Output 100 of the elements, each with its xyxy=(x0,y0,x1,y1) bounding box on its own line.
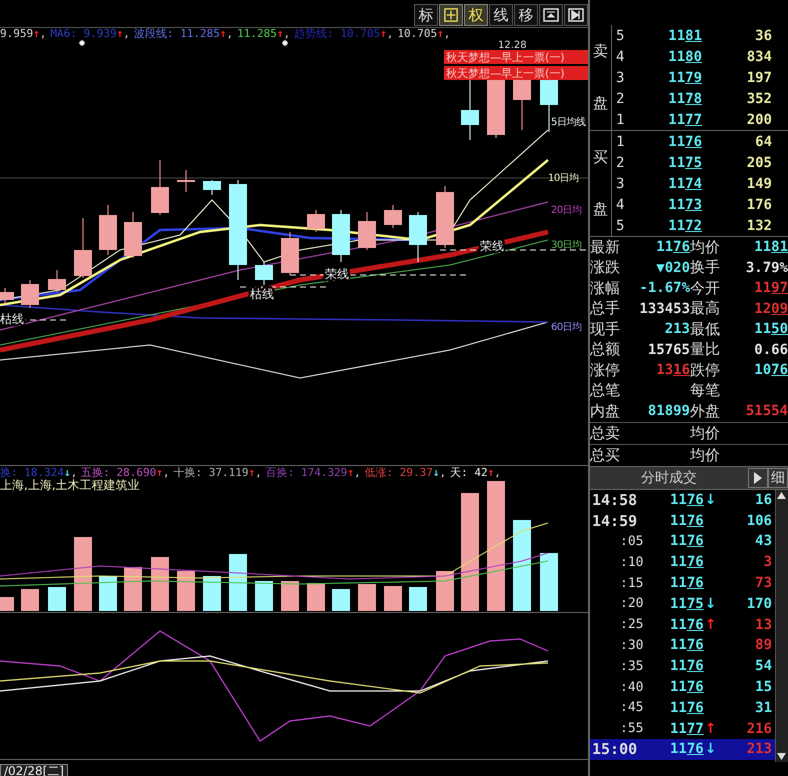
trade-volume: 106 xyxy=(746,512,772,529)
candlestick xyxy=(177,170,195,193)
separator-comma: , xyxy=(226,28,234,40)
indicator-value: 天: 42 xyxy=(450,466,488,480)
indicator-value: 9.959 xyxy=(0,28,34,40)
candlestick xyxy=(307,210,325,233)
volume-value: 200 xyxy=(746,112,772,128)
trade-price: 1175 xyxy=(670,596,704,612)
level-number: 1 xyxy=(615,112,626,128)
price-value: 1177 xyxy=(667,112,702,128)
stat-value: 0.66 xyxy=(753,342,788,358)
scroll-bar[interactable] xyxy=(775,490,788,762)
crosshair-icon xyxy=(444,8,458,22)
stat-label: 总笔 xyxy=(590,381,621,400)
trade-price: 1176 xyxy=(670,512,704,529)
toolbar-button[interactable]: 标 xyxy=(414,4,438,26)
candlestick xyxy=(332,210,350,263)
volume-bar xyxy=(99,576,117,612)
price-value: 1180 xyxy=(667,48,702,64)
ma-label: 30日均 xyxy=(551,240,582,252)
indicator-value: 11.285 xyxy=(237,28,277,40)
candlestick xyxy=(461,80,479,141)
trade-volume: 16 xyxy=(754,492,772,508)
window-button[interactable] xyxy=(539,4,563,26)
play-icon xyxy=(754,472,762,484)
candlestick xyxy=(436,186,454,249)
next-button[interactable] xyxy=(564,4,588,26)
stat-label: 现手 xyxy=(590,320,621,339)
price-value: 1178 xyxy=(667,90,702,106)
volume-value: 176 xyxy=(746,196,772,212)
volume-bar xyxy=(358,584,376,612)
price-value: 1174 xyxy=(667,176,702,192)
trend-arrow: ↑ xyxy=(437,28,444,40)
volume-bar xyxy=(124,567,142,612)
stat-value: 15765 xyxy=(646,342,690,358)
detail-button[interactable]: 细 xyxy=(768,468,788,488)
trade-price: 1176 xyxy=(670,554,704,570)
separator-comma: , xyxy=(255,466,262,480)
side-label: 买 xyxy=(593,148,608,167)
trend-arrow: ↑ xyxy=(220,28,226,40)
stat-label: 涨幅 xyxy=(590,278,621,298)
trade-price: 1177 xyxy=(670,720,704,737)
candlestick xyxy=(513,78,531,131)
trade-price: 1176 xyxy=(670,533,704,550)
volume-value: 197 xyxy=(746,70,772,86)
price-note: 12.28 xyxy=(498,40,527,52)
volume-bar xyxy=(151,557,169,612)
candlestick xyxy=(74,218,92,279)
stat-value: ▼020 xyxy=(655,260,690,276)
volume-bar xyxy=(436,571,454,612)
stat-value: 1076 xyxy=(753,362,788,378)
toolbar-button[interactable]: 权 xyxy=(464,4,488,26)
trade-time: :40 xyxy=(619,680,644,695)
trade-price: 1176 xyxy=(670,637,704,654)
level-number: 2 xyxy=(615,90,626,106)
trade-volume: 13 xyxy=(754,616,772,633)
indicator-value: 换: 18.324 xyxy=(0,466,64,480)
toolbar-button[interactable]: 移 xyxy=(514,4,538,26)
trend-arrow: ↑ xyxy=(704,720,716,737)
trade-price: 1176 xyxy=(670,492,704,508)
expand-button[interactable] xyxy=(748,468,768,488)
trade-time: :25 xyxy=(619,617,644,632)
candlestick xyxy=(203,180,221,196)
average-label: 均价 xyxy=(690,424,721,442)
stat-label: 今开 xyxy=(690,278,721,298)
stat-value: 1150 xyxy=(753,321,788,338)
volume-bar xyxy=(48,587,66,612)
side-label: 盘 xyxy=(593,200,608,220)
separator-comma: , xyxy=(162,466,170,480)
stat-value: -1.67% xyxy=(638,280,690,296)
selected-trade-row[interactable]: 15:00 1176↓ 213 xyxy=(590,739,775,760)
stat-label: 每笔 xyxy=(690,381,721,400)
volume-bar xyxy=(540,553,558,612)
signal-banner: 秋天梦想—早上一票(一) xyxy=(444,66,588,80)
indicator-value: 低涨: 29.37 xyxy=(364,466,433,480)
trend-arrow: ↓ xyxy=(704,492,716,508)
toolbar-button[interactable]: 线 xyxy=(489,4,513,26)
candlestick xyxy=(99,204,117,256)
candlestick xyxy=(255,262,273,286)
window-icon xyxy=(543,8,559,22)
separator-comma: , xyxy=(70,466,78,480)
stat-label: 最低 xyxy=(690,320,721,339)
volume-value: 132 xyxy=(746,218,772,234)
separator-comma: , xyxy=(354,466,361,480)
price-value: 1175 xyxy=(667,154,702,170)
price-value: 1181 xyxy=(667,28,702,44)
asterisk-icon xyxy=(281,40,289,47)
level-number: 3 xyxy=(615,70,626,86)
crosshair-button[interactable] xyxy=(439,4,463,26)
trade-price: 1176 xyxy=(670,679,704,696)
separator-comma: , xyxy=(123,28,130,40)
trade-time: :45 xyxy=(619,700,644,716)
trade-time: :55 xyxy=(619,721,644,736)
indicator-value: 10.705 xyxy=(397,28,438,40)
trade-volume: 43 xyxy=(754,533,772,550)
stat-label: 内盘 xyxy=(590,402,621,421)
trade-time: :20 xyxy=(619,596,644,612)
side-label: 卖 xyxy=(593,42,608,61)
volume-bar xyxy=(21,589,39,612)
asterisk-icon xyxy=(78,40,86,47)
